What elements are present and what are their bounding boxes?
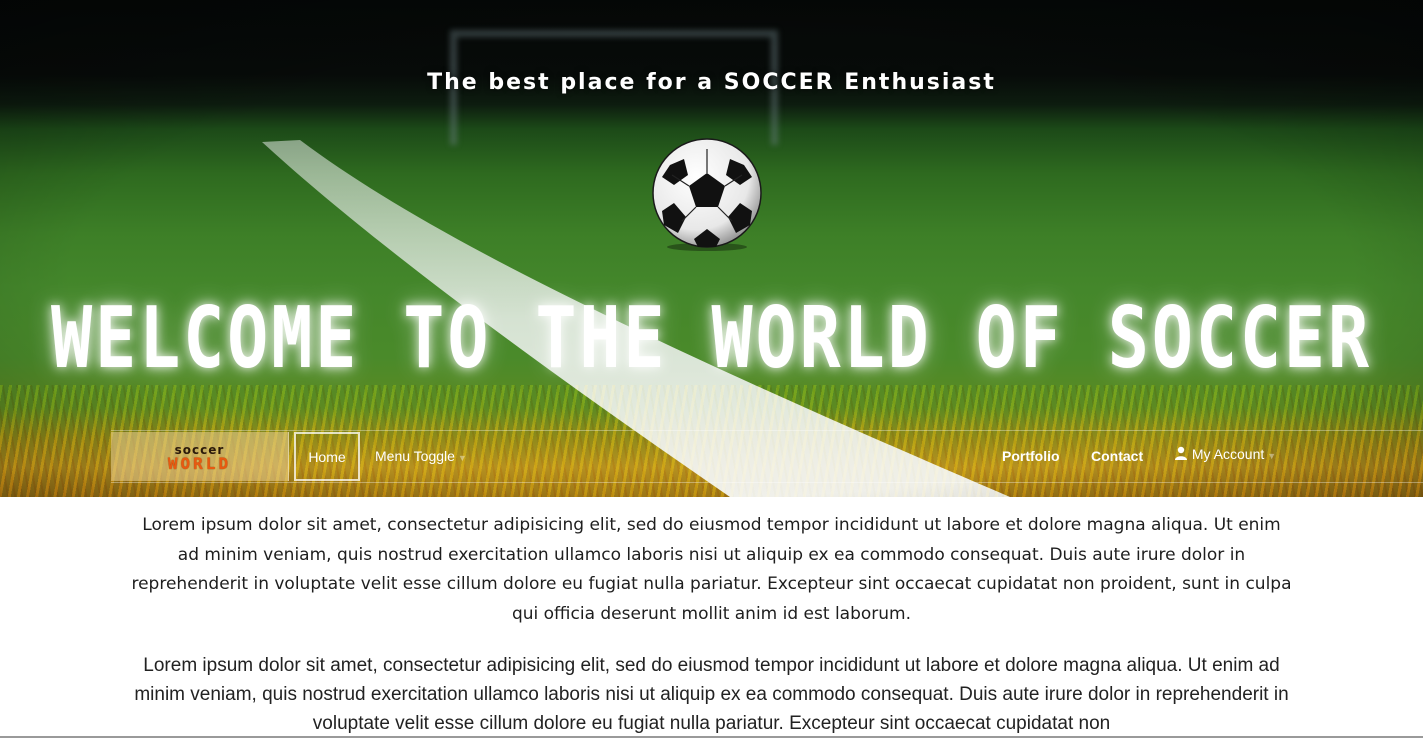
body-paragraph: Lorem ipsum dolor sit amet, consectetur … xyxy=(134,655,1289,734)
user-icon xyxy=(1175,446,1187,460)
nav-home-link[interactable]: Home xyxy=(294,432,360,481)
soccer-ball-icon xyxy=(652,138,762,251)
hero-tagline: The best place for a SOCCER Enthusiast xyxy=(427,70,996,95)
nav-menu-toggle[interactable]: Menu Toggle ▼ xyxy=(375,448,467,464)
main-content: Lorem ipsum dolor sit amet, consectetur … xyxy=(0,497,1423,739)
chevron-down-icon: ▼ xyxy=(1267,451,1277,461)
hero-banner: The best place for a SOCCER Enthusiast W… xyxy=(0,0,1423,497)
intro-paragraph: Lorem ipsum dolor sit amet, consectetur … xyxy=(131,515,1292,624)
nav-portfolio-link[interactable]: Portfolio xyxy=(1002,448,1060,464)
scroll-edge-divider xyxy=(0,736,1423,738)
nav-my-account[interactable]: My Account ▼ xyxy=(1174,446,1276,462)
logo-bottom-text: WORLD xyxy=(167,453,232,473)
welcome-heading: WELCOME TO THE WORLD OF SOCCER xyxy=(51,288,1372,388)
nav-contact-link[interactable]: Contact xyxy=(1091,448,1143,464)
nav-my-account-label: My Account xyxy=(1191,446,1265,462)
navbar: soccer WORLD Home Menu Toggle ▼ Portfolio… xyxy=(111,430,1423,483)
site-logo[interactable]: soccer WORLD xyxy=(111,432,289,481)
chevron-down-icon: ▼ xyxy=(457,453,467,463)
nav-menu-toggle-label: Menu Toggle xyxy=(375,448,455,464)
